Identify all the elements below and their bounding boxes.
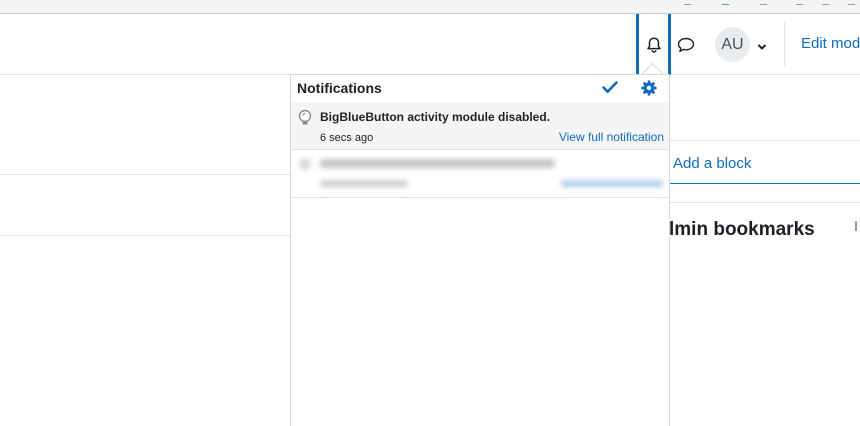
lightbulb-icon <box>298 109 312 132</box>
navbar: AU Edit mod <box>0 14 860 75</box>
user-avatar[interactable]: AU <box>715 27 750 62</box>
speech-bubble-icon <box>677 37 695 53</box>
bell-icon <box>646 36 661 53</box>
toolbar-icon <box>760 0 767 5</box>
notifications-title: Notifications <box>297 80 382 96</box>
drawer-divider <box>669 202 860 203</box>
user-menu-toggle[interactable] <box>757 39 767 57</box>
bookmarks-block-title: lmin bookmarks <box>669 219 815 240</box>
user-initials: AU <box>721 35 744 53</box>
messages-toggle[interactable] <box>675 34 697 56</box>
toolbar-icon <box>848 0 855 5</box>
add-block-row: Add a block <box>669 140 860 184</box>
redacted-notification <box>299 158 663 187</box>
notification-item[interactable]: BigBlueButton activity module disabled. … <box>291 102 669 150</box>
toolbar-icon <box>684 0 691 5</box>
view-full-notification-link[interactable]: View full notification <box>559 130 664 144</box>
page: AU Edit mod Add a block lmin bookmarks N… <box>0 0 860 426</box>
block-actions-icon[interactable] <box>855 221 860 231</box>
navbar-divider <box>784 22 785 66</box>
notification-subject: BigBlueButton activity module disabled. <box>320 110 551 124</box>
gear-icon <box>641 80 657 96</box>
obscured-content <box>291 150 669 203</box>
content-divider <box>0 174 291 175</box>
toolbar-icon <box>722 0 729 5</box>
toolbar-icon <box>822 0 829 5</box>
notification-preferences-button[interactable] <box>641 80 657 101</box>
notification-item-obscured[interactable] <box>291 150 669 198</box>
edit-mode-toggle[interactable]: Edit mod <box>801 35 860 52</box>
notifications-header: Notifications <box>291 75 669 103</box>
mark-all-read-button[interactable] <box>602 80 618 99</box>
chevron-down-icon <box>757 44 767 50</box>
notification-time: 6 secs ago <box>320 132 374 144</box>
checkmark-icon <box>602 81 618 93</box>
toolbar-icon <box>796 0 803 5</box>
content-divider <box>0 235 291 236</box>
browser-toolbar-strip <box>0 0 860 14</box>
notifications-popover: Notifications BigBlueButton activity mod… <box>290 74 670 426</box>
add-block-link[interactable]: Add a block <box>673 155 751 172</box>
